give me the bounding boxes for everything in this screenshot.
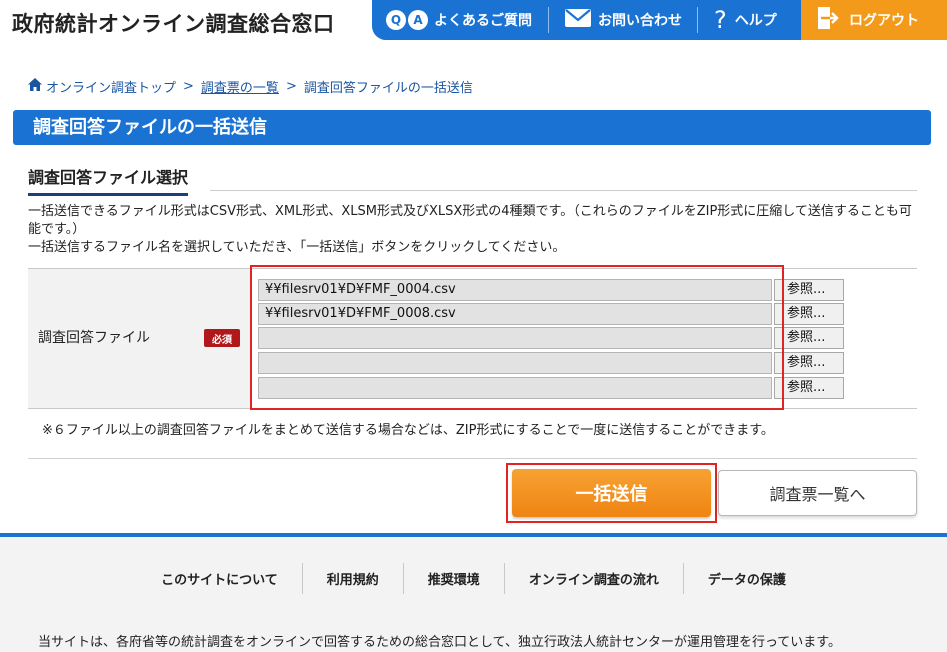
- browse-button-4[interactable]: 参照...: [774, 352, 844, 374]
- page-title: 調査回答ファイルの一括送信: [13, 110, 931, 145]
- footer-link-flow[interactable]: オンライン調査の流れ: [505, 563, 684, 594]
- breadcrumb-separator: >: [285, 79, 297, 94]
- footer-links: このサイトについて 利用規約 推奨環境 オンライン調査の流れ データの保護: [0, 563, 947, 594]
- contact-label: お問い合わせ: [598, 13, 682, 29]
- logout-label: ログアウト: [849, 13, 919, 29]
- required-badge: 必須: [204, 329, 240, 347]
- help-link[interactable]: ? ヘルプ: [714, 0, 777, 40]
- description-line-1: 一括送信できるファイル形式はCSV形式、XML形式、XLSM形式及びXLSX形式…: [28, 204, 912, 237]
- bulk-submit-button[interactable]: 一括送信: [512, 469, 711, 517]
- file-input-3[interactable]: [258, 327, 772, 349]
- footer-text: 当サイトは、各府省等の統計調査をオンラインで回答するための総合窓口として、独立行…: [38, 635, 842, 650]
- faq-label: よくあるご質問: [434, 13, 532, 29]
- form-divider: [28, 458, 917, 459]
- form-label: 調査回答ファイル: [38, 330, 150, 346]
- section-heading: 調査回答ファイル選択: [28, 164, 189, 196]
- faq-link[interactable]: QA よくあるご質問: [386, 0, 532, 40]
- file-input-4[interactable]: [258, 352, 772, 374]
- breadcrumb-survey-list[interactable]: 調査票の一覧: [201, 77, 279, 96]
- footer-link-environment[interactable]: 推奨環境: [404, 563, 505, 594]
- logout-icon: [817, 6, 839, 34]
- description-line-2: 一括送信するファイル名を選択していただき、「一括送信」ボタンをクリックしてくださ…: [28, 240, 566, 255]
- zip-note: ※６ファイル以上の調査回答ファイルをまとめて送信する場合などは、ZIP形式にする…: [42, 423, 774, 438]
- contact-link[interactable]: お問い合わせ: [564, 0, 682, 40]
- browse-button-5[interactable]: 参照...: [774, 377, 844, 399]
- browse-button-1[interactable]: 参照...: [774, 279, 844, 301]
- footer-link-about[interactable]: このサイトについて: [137, 563, 303, 594]
- help-icon: ?: [714, 6, 727, 34]
- back-to-list-button[interactable]: 調査票一覧へ: [718, 470, 917, 516]
- logout-button[interactable]: ログアウト: [801, 0, 947, 40]
- site-header: 政府統計オンライン調査総合窓口 QA よくあるご質問 お問い合わせ ? ヘルプ …: [0, 0, 947, 42]
- section-divider: [210, 190, 917, 191]
- mail-icon: [564, 8, 592, 32]
- file-input-2[interactable]: ¥¥filesrv01¥D¥FMF_0008.csv: [258, 303, 772, 325]
- file-input-1[interactable]: ¥¥filesrv01¥D¥FMF_0004.csv: [258, 279, 772, 301]
- site-title: 政府統計オンライン調査総合窓口: [12, 12, 335, 36]
- breadcrumb-home[interactable]: オンライン調査トップ: [46, 77, 176, 96]
- browse-button-2[interactable]: 参照...: [774, 303, 844, 325]
- footer-link-data-protection[interactable]: データの保護: [684, 563, 810, 594]
- nav-divider: [697, 7, 698, 33]
- home-icon: [28, 78, 42, 95]
- file-input-5[interactable]: [258, 377, 772, 399]
- footer-link-terms[interactable]: 利用規約: [303, 563, 404, 594]
- nav-divider: [548, 7, 549, 33]
- section-description: 一括送信できるファイル形式はCSV形式、XML形式、XLSM形式及びXLSX形式…: [28, 203, 923, 257]
- qa-icon: QA: [386, 10, 428, 30]
- browse-button-3[interactable]: 参照...: [774, 327, 844, 349]
- file-form-row: 調査回答ファイル 必須 ¥¥filesrv01¥D¥FMF_0004.csv 参…: [28, 268, 917, 409]
- form-label-cell: 調査回答ファイル 必須: [28, 269, 250, 408]
- breadcrumb-current: 調査回答ファイルの一括送信: [303, 81, 473, 96]
- help-label: ヘルプ: [734, 13, 777, 29]
- breadcrumb: オンライン調査トップ > 調査票の一覧 > 調査回答ファイルの一括送信: [28, 77, 473, 96]
- site-footer: このサイトについて 利用規約 推奨環境 オンライン調査の流れ データの保護 当サ…: [0, 533, 947, 652]
- breadcrumb-separator: >: [183, 79, 194, 94]
